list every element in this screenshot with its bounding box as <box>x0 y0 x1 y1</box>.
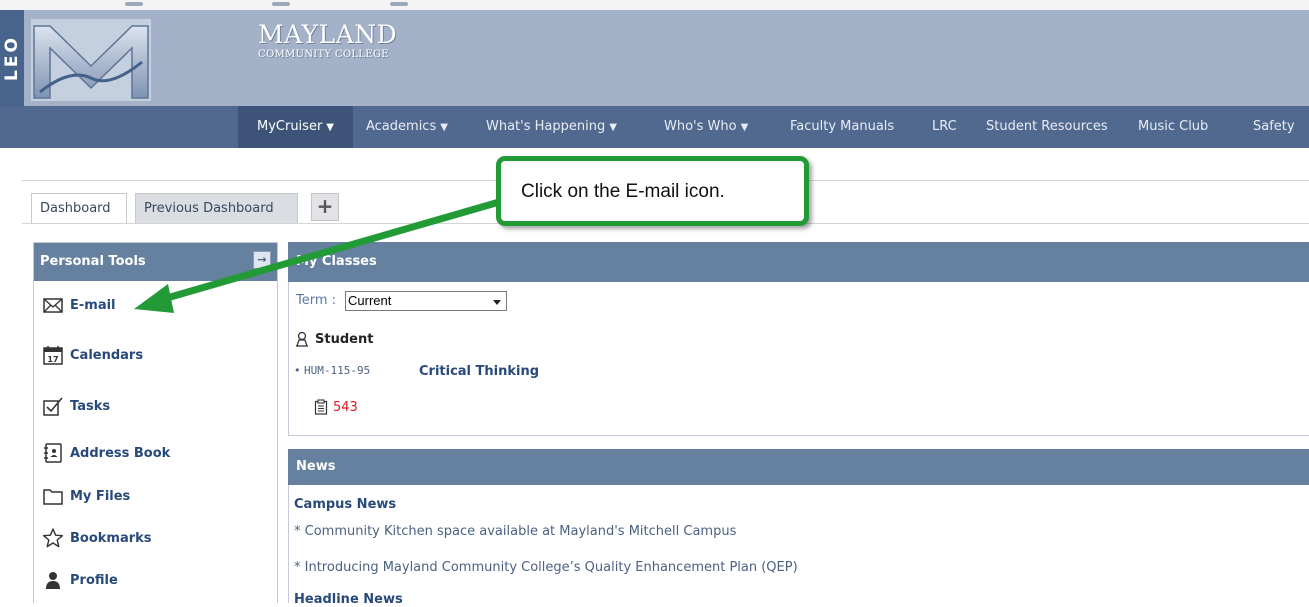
sidebar-item-email[interactable]: E-mail <box>42 291 116 319</box>
add-tab-button[interactable]: + <box>311 193 339 221</box>
nav-mycruiser[interactable]: MyCruiser ▼ <box>238 106 353 148</box>
sidebar-item-address-book[interactable]: Address Book <box>42 439 170 467</box>
sidebar-item-label: Bookmarks <box>70 530 152 546</box>
news-item[interactable]: * Introducing Mayland Community College’… <box>294 560 798 575</box>
panel-title: My Classes <box>296 254 377 269</box>
sidebar-item-bookmarks[interactable]: Bookmarks <box>42 524 152 552</box>
envelope-icon <box>43 298 63 313</box>
leo-side-label: LEO <box>0 10 24 106</box>
term-value: Current <box>348 293 392 308</box>
nav-safety[interactable]: Safety <box>1253 106 1295 148</box>
chevron-down-icon: ▼ <box>740 122 749 133</box>
folder-icon <box>43 489 63 505</box>
my-classes-header: My Classes <box>288 242 1309 282</box>
role-heading: Student <box>294 331 373 347</box>
sidebar-item-label: Tasks <box>70 398 111 414</box>
panel-title: Personal Tools <box>40 254 146 269</box>
nav-academics[interactable]: Academics ▼ <box>366 106 448 148</box>
chevron-down-icon: ▼ <box>326 122 334 133</box>
star-icon <box>42 528 64 548</box>
calendar-icon: 17 <box>43 346 63 365</box>
strip-mark <box>390 2 408 6</box>
nav-music-club[interactable]: Music Club <box>1138 106 1208 148</box>
instruction-callout: Click on the E-mail icon. <box>496 156 809 226</box>
tab-previous-dashboard[interactable]: Previous Dashboard <box>135 193 298 223</box>
sidebar-item-profile[interactable]: Profile <box>42 566 118 594</box>
collapse-arrow-icon[interactable]: → <box>253 251 271 269</box>
nav-label: LRC <box>932 119 957 134</box>
mayland-logo-icon[interactable] <box>30 18 152 102</box>
nav-label: Music Club <box>1138 119 1209 134</box>
headline-news-heading[interactable]: Headline News <box>294 592 403 607</box>
college-name: MAYLAND COMMUNITY COLLEGE <box>258 22 397 60</box>
person-icon <box>46 572 60 589</box>
chevron-down-icon <box>493 300 501 305</box>
news-link[interactable]: Introducing Mayland Community College’s … <box>305 560 798 575</box>
course-code-link[interactable]: HUM-115-95 <box>304 364 370 377</box>
strip-mark <box>272 2 290 6</box>
sidebar-item-label: My Files <box>70 488 131 504</box>
nav-student-resources[interactable]: Student Resources <box>986 106 1108 148</box>
nav-label: Who's Who <box>664 119 737 134</box>
leo-text: LEO <box>2 35 22 81</box>
bullet: * <box>294 524 305 539</box>
sidebar-item-my-files[interactable]: My Files <box>42 482 130 510</box>
term-select[interactable]: Current <box>345 291 507 311</box>
nav-label: Student Resources <box>986 119 1108 134</box>
nav-lrc[interactable]: LRC <box>932 106 957 148</box>
header-banner <box>0 10 1309 106</box>
sidebar-item-label: Address Book <box>70 445 171 461</box>
term-label: Term : <box>296 293 337 308</box>
count-value: 543 <box>333 399 358 415</box>
personal-tools-header: Personal Tools → <box>34 243 277 281</box>
sidebar-item-label: E-mail <box>70 297 116 313</box>
nav-label: Academics <box>366 119 437 134</box>
chevron-down-icon: ▼ <box>609 122 617 133</box>
chevron-down-icon: ▼ <box>440 122 448 133</box>
calendar-day: 17 <box>47 355 58 364</box>
nav-whats-happening[interactable]: What's Happening ▼ <box>486 106 617 148</box>
course-row: • HUM-115-95 <box>294 364 370 377</box>
college-title: MAYLAND <box>258 20 398 49</box>
sidebar-item-label: Calendars <box>70 347 144 363</box>
campus-news-heading[interactable]: Campus News <box>294 497 396 512</box>
course-name-link[interactable]: Critical Thinking <box>419 364 539 379</box>
callout-text: Click on the E-mail icon. <box>521 181 725 202</box>
clipboard-icon <box>314 399 328 415</box>
sidebar-item-calendars[interactable]: 17 Calendars <box>42 341 143 369</box>
news-item[interactable]: * Community Kitchen space available at M… <box>294 524 736 539</box>
nav-label: Faculty Manuals <box>790 119 895 134</box>
strip-mark <box>125 2 143 6</box>
tab-dashboard[interactable]: Dashboard <box>31 193 127 223</box>
bullet: • <box>294 364 304 377</box>
sidebar-item-label: Profile <box>70 572 118 588</box>
course-count[interactable]: 543 <box>313 399 358 415</box>
nav-label: MyCruiser <box>256 119 323 134</box>
checkbox-icon <box>43 397 63 416</box>
news-header: News <box>288 449 1309 485</box>
nav-faculty-manuals[interactable]: Faculty Manuals <box>790 106 894 148</box>
college-subtitle: COMMUNITY COLLEGE <box>258 49 389 60</box>
panel-title: News <box>296 459 336 474</box>
bullet: * <box>294 560 305 575</box>
nav-label: Safety <box>1253 119 1295 134</box>
role-label: Student <box>315 331 374 347</box>
news-link[interactable]: Community Kitchen space available at May… <box>305 524 737 539</box>
sidebar-item-tasks[interactable]: Tasks <box>42 392 110 420</box>
personal-tools-panel: Personal Tools → E-mail 17 Calendars Tas… <box>33 242 278 603</box>
main-nav: MyCruiser ▼ Academics ▼ What's Happening ▼ … <box>0 106 1309 148</box>
nav-whos-who[interactable]: Who's Who ▼ <box>664 106 748 148</box>
student-icon <box>296 331 308 347</box>
nav-label: What's Happening <box>486 119 606 134</box>
address-book-icon <box>44 443 62 463</box>
